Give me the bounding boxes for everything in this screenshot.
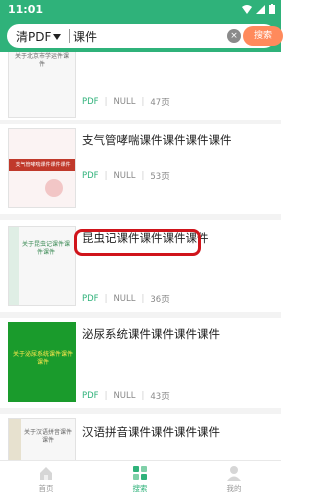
highlight-annotation xyxy=(74,229,201,256)
list-item[interactable]: 支气管哮喘课件课件课件 支气管哮喘课件课件课件课件 PDF | NULL | 5… xyxy=(0,124,281,214)
file-type: PDF xyxy=(82,97,99,107)
home-icon xyxy=(40,467,52,480)
filter-label: 清PDF xyxy=(16,30,52,44)
document-title[interactable]: 支气管哮喘课件课件课件课件 xyxy=(82,132,232,148)
wifi-icon xyxy=(242,4,252,14)
nav-home-label: 首页 xyxy=(38,484,54,493)
thumbnail-text: 支气管哮喘课件课件课件 xyxy=(15,162,71,168)
document-meta: PDF | NULL | 47页 xyxy=(82,96,170,108)
search-header: 清PDF × 搜索 xyxy=(0,20,283,52)
page-count: 53页 xyxy=(150,172,170,182)
search-grid-icon xyxy=(133,466,147,480)
page-count: 47页 xyxy=(150,98,170,108)
author: NULL xyxy=(113,294,136,304)
status-time: 11:01 xyxy=(8,3,44,16)
document-thumbnail: 关于汉语拼音课件课件 xyxy=(8,418,76,460)
filter-divider xyxy=(69,29,70,43)
search-button[interactable]: 搜索 xyxy=(243,26,283,46)
thumbnail-flower xyxy=(45,179,63,197)
document-meta: PDF | NULL | 36页 xyxy=(82,293,170,305)
file-type-filter[interactable]: 清PDF xyxy=(16,28,62,45)
caret-down-icon xyxy=(53,33,62,40)
file-type: PDF xyxy=(82,391,99,401)
document-thumbnail: 支气管哮喘课件课件课件 xyxy=(8,128,76,208)
meta-separator: | xyxy=(104,171,108,181)
document-thumbnail: 关于北京市学运件课件 xyxy=(8,52,76,118)
thumbnail-text: 关于北京市学运件课件 xyxy=(15,53,70,68)
clear-search-button[interactable]: × xyxy=(227,29,241,43)
author: NULL xyxy=(113,171,136,181)
document-meta: PDF | NULL | 53页 xyxy=(82,170,170,182)
thumbnail-text: 关于汉语拼音课件课件 xyxy=(23,429,72,444)
meta-separator: | xyxy=(104,97,108,107)
bottom-navigation: 首页 搜索 我的 xyxy=(0,460,281,500)
nav-home[interactable]: 首页 xyxy=(16,465,76,494)
meta-separator: | xyxy=(141,391,145,401)
document-title[interactable]: 泌尿系统课件课件课件课件 xyxy=(82,326,220,342)
author: NULL xyxy=(113,391,136,401)
list-item[interactable]: 关于汉语拼音课件课件 汉语拼音课件课件课件课件 xyxy=(0,414,281,460)
battery-icon xyxy=(269,4,275,14)
nav-search-label: 搜索 xyxy=(132,484,148,493)
meta-separator: | xyxy=(104,391,108,401)
nav-profile-label: 我的 xyxy=(226,484,242,493)
author: NULL xyxy=(113,97,136,107)
document-meta: PDF | NULL | 43页 xyxy=(82,390,170,402)
profile-icon xyxy=(227,466,241,481)
thumbnail-text: 关于泌尿系统课件课件课件 xyxy=(13,351,74,366)
document-thumbnail: 关于泌尿系统课件课件课件 xyxy=(8,322,76,402)
nav-profile[interactable]: 我的 xyxy=(204,465,264,494)
meta-separator: | xyxy=(104,294,108,304)
page-count: 36页 xyxy=(150,295,170,305)
document-title[interactable]: 汉语拼音课件课件课件课件 xyxy=(82,424,220,440)
signal-icon xyxy=(256,4,265,14)
file-type: PDF xyxy=(82,294,99,304)
document-thumbnail: 关于昆虫记课件课件课件 xyxy=(8,226,76,306)
list-item[interactable]: 关于泌尿系统课件课件课件 泌尿系统课件课件课件课件 PDF | NULL | 4… xyxy=(0,318,281,408)
thumbnail-stripe xyxy=(9,419,21,460)
status-bar: 11:01 xyxy=(0,0,281,20)
result-list[interactable]: 关于北京市学运件课件 PDF | NULL | 47页 支气管哮喘课件课件课件 … xyxy=(0,52,281,460)
thumbnail-text: 关于昆虫记课件课件课件 xyxy=(21,241,70,256)
meta-separator: | xyxy=(141,97,145,107)
list-item[interactable]: 关于北京市学运件课件 PDF | NULL | 47页 xyxy=(0,52,281,120)
meta-separator: | xyxy=(141,171,145,181)
status-icons xyxy=(242,4,275,14)
file-type: PDF xyxy=(82,171,99,181)
page-count: 43页 xyxy=(150,392,170,402)
search-input[interactable] xyxy=(73,27,223,45)
nav-search[interactable]: 搜索 xyxy=(110,465,170,494)
thumbnail-stripe xyxy=(9,227,19,305)
meta-separator: | xyxy=(141,294,145,304)
search-box: 清PDF × 搜索 xyxy=(7,24,283,48)
